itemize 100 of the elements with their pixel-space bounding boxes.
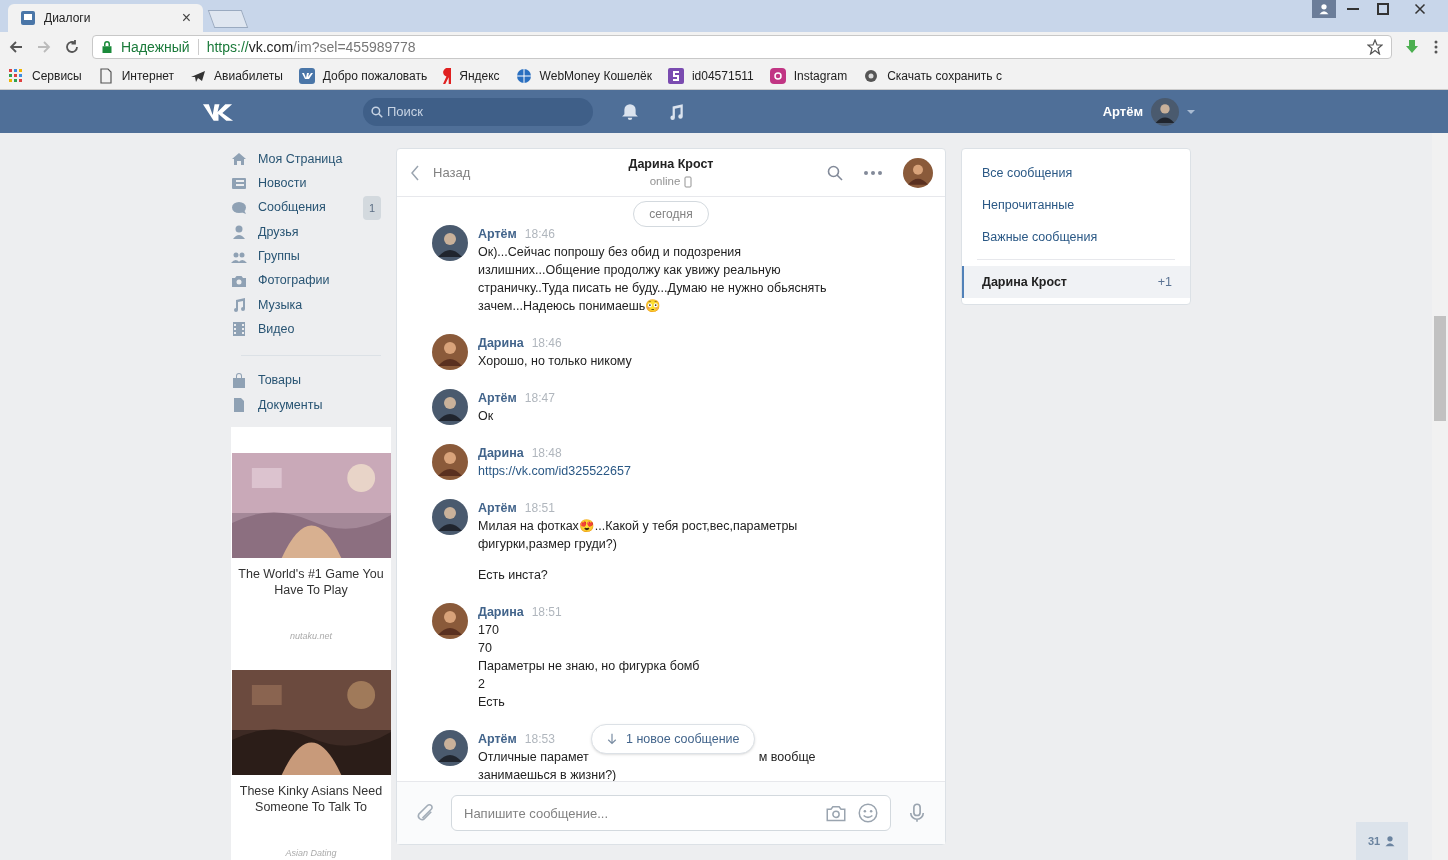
- nav-item[interactable]: Музыка: [231, 293, 391, 318]
- paperclip-icon: [415, 803, 435, 823]
- close-tab-button[interactable]: ×: [181, 10, 191, 26]
- message-text: занимаешься в жизни?): [478, 767, 618, 781]
- contact-avatar: [432, 603, 468, 639]
- more-icon: [863, 168, 883, 177]
- lock-icon: [101, 41, 113, 53]
- nav-item[interactable]: Моя Страница: [231, 147, 391, 172]
- user-avatar: [1151, 97, 1179, 126]
- bookmark[interactable]: Интернет: [97, 66, 175, 85]
- browser-tab[interactable]: Диалоги ×: [8, 4, 203, 32]
- message-text: Есть инста?: [478, 567, 549, 584]
- author-name[interactable]: Дарина: [478, 603, 524, 621]
- author-name[interactable]: Артём: [478, 499, 517, 517]
- url-text: https://vk.com/im?sel=455989778: [206, 37, 417, 57]
- film-icon: [231, 321, 247, 338]
- message-time: 18:46: [531, 335, 562, 352]
- message-text: фигурки,размер груди?): [478, 536, 618, 553]
- user-icon: [1384, 835, 1397, 847]
- ad-title[interactable]: The World's #1 Game You Have To Play: [231, 566, 391, 599]
- music-note-icon: [231, 297, 247, 314]
- message-time: 18:48: [531, 445, 562, 462]
- search-icon: [371, 105, 383, 118]
- new-message-button[interactable]: 1 новое сообщение: [591, 724, 755, 754]
- message-time: 18:51: [531, 604, 562, 621]
- reload-icon: [64, 39, 80, 55]
- dialog-item[interactable]: Дарина Крост +1: [962, 266, 1190, 298]
- search-icon: [827, 164, 843, 181]
- newspaper-icon: [231, 175, 247, 192]
- message-link[interactable]: https://vk.com/id325522657: [478, 462, 631, 480]
- author-name[interactable]: Артём: [478, 730, 517, 748]
- filter-link[interactable]: Важные сообщения: [962, 221, 1190, 253]
- author-name[interactable]: Артём: [478, 225, 517, 243]
- s-logo-icon: [667, 67, 684, 84]
- bookmark[interactable]: Добро пожаловать: [298, 66, 428, 85]
- tab-title: Диалоги: [44, 10, 92, 27]
- forward-icon: [36, 39, 52, 55]
- filter-link[interactable]: Все сообщения: [962, 157, 1190, 189]
- bookmark[interactable]: Авиабилеты: [190, 66, 283, 85]
- message-text: 170: [478, 622, 500, 639]
- bookmark[interactable]: id04571511: [667, 66, 754, 85]
- close-icon: [1414, 3, 1426, 15]
- author-name[interactable]: Артём: [478, 389, 517, 407]
- user-menu[interactable]: Артём: [1102, 97, 1195, 126]
- chevron-left-icon: [409, 164, 421, 181]
- message-time: 18:47: [524, 390, 555, 407]
- count-badge: 1: [362, 195, 381, 221]
- bookmark[interactable]: Сервисы: [8, 66, 82, 85]
- address-field[interactable]: Надежный https://vk.com/im?sel=455989778: [92, 35, 1392, 59]
- user-icon: [1318, 3, 1330, 15]
- message-text: Отличные парамет: [478, 749, 589, 766]
- bookmark[interactable]: Instagram: [769, 66, 848, 85]
- back-icon: [8, 39, 24, 55]
- nav-item[interactable]: Видео: [231, 317, 391, 342]
- message-text: 70: [478, 640, 493, 657]
- message-text: 2: [478, 676, 486, 693]
- author-name[interactable]: Дарина: [478, 334, 524, 352]
- nav-item[interactable]: Товары: [231, 368, 391, 393]
- star-icon: [1367, 39, 1383, 55]
- message-text: Параметры не знаю, но фигурка бомб: [478, 658, 700, 675]
- bookmark[interactable]: Яндекс: [443, 66, 500, 85]
- apps-grid-icon: [8, 67, 24, 84]
- page-icon: [97, 67, 114, 84]
- bookmark[interactable]: Скачать сохранить с: [863, 66, 1002, 85]
- user-icon: [231, 224, 247, 241]
- camera-icon: [826, 803, 846, 823]
- message-time: 18:53: [524, 731, 555, 748]
- nav-item[interactable]: Группы: [231, 244, 391, 269]
- document-icon: [231, 396, 247, 413]
- vk-logo[interactable]: [202, 101, 235, 122]
- vk-logo-icon: [298, 67, 315, 84]
- nav-item[interactable]: Документы: [231, 392, 391, 418]
- bookmark[interactable]: WebMoney Кошелёк: [515, 66, 652, 85]
- nav-item[interactable]: Сообщения 1: [231, 195, 391, 221]
- nav-item[interactable]: Друзья: [231, 220, 391, 245]
- nav-item[interactable]: Фотографии: [231, 268, 391, 293]
- contact-name[interactable]: Дарина Крост: [628, 154, 714, 174]
- ad-title[interactable]: These Kinky Asians Need Someone To Talk To: [231, 782, 391, 815]
- message-text: Ок: [478, 408, 495, 425]
- nav-item[interactable]: Новости: [231, 171, 391, 196]
- bag-icon: [231, 372, 247, 389]
- bell-icon: [621, 102, 639, 121]
- contact-avatar: [432, 334, 468, 370]
- message-text: Ок)...Сейчас попрошу без обид и подозрения: [478, 244, 743, 261]
- message-field[interactable]: Напишите сообщение...: [451, 795, 891, 831]
- author-name[interactable]: Дарина: [478, 444, 524, 462]
- scrollbar-thumb[interactable]: [1434, 316, 1446, 421]
- eye-icon: [863, 67, 880, 84]
- phone-icon: [684, 175, 693, 188]
- more-vertical-icon: [1432, 39, 1440, 55]
- filter-link[interactable]: Непрочитанные: [962, 189, 1190, 221]
- message-time: 18:46: [524, 226, 555, 243]
- ad-source: Asian Dating: [285, 846, 337, 860]
- message-text: Есть: [478, 694, 506, 711]
- profile-button[interactable]: [1312, 0, 1336, 18]
- online-status: online: [649, 174, 681, 190]
- contact-avatar: [903, 157, 933, 188]
- back-button[interactable]: Назад: [409, 162, 589, 183]
- download-icon: [1404, 39, 1420, 55]
- user-avatar: [432, 389, 468, 425]
